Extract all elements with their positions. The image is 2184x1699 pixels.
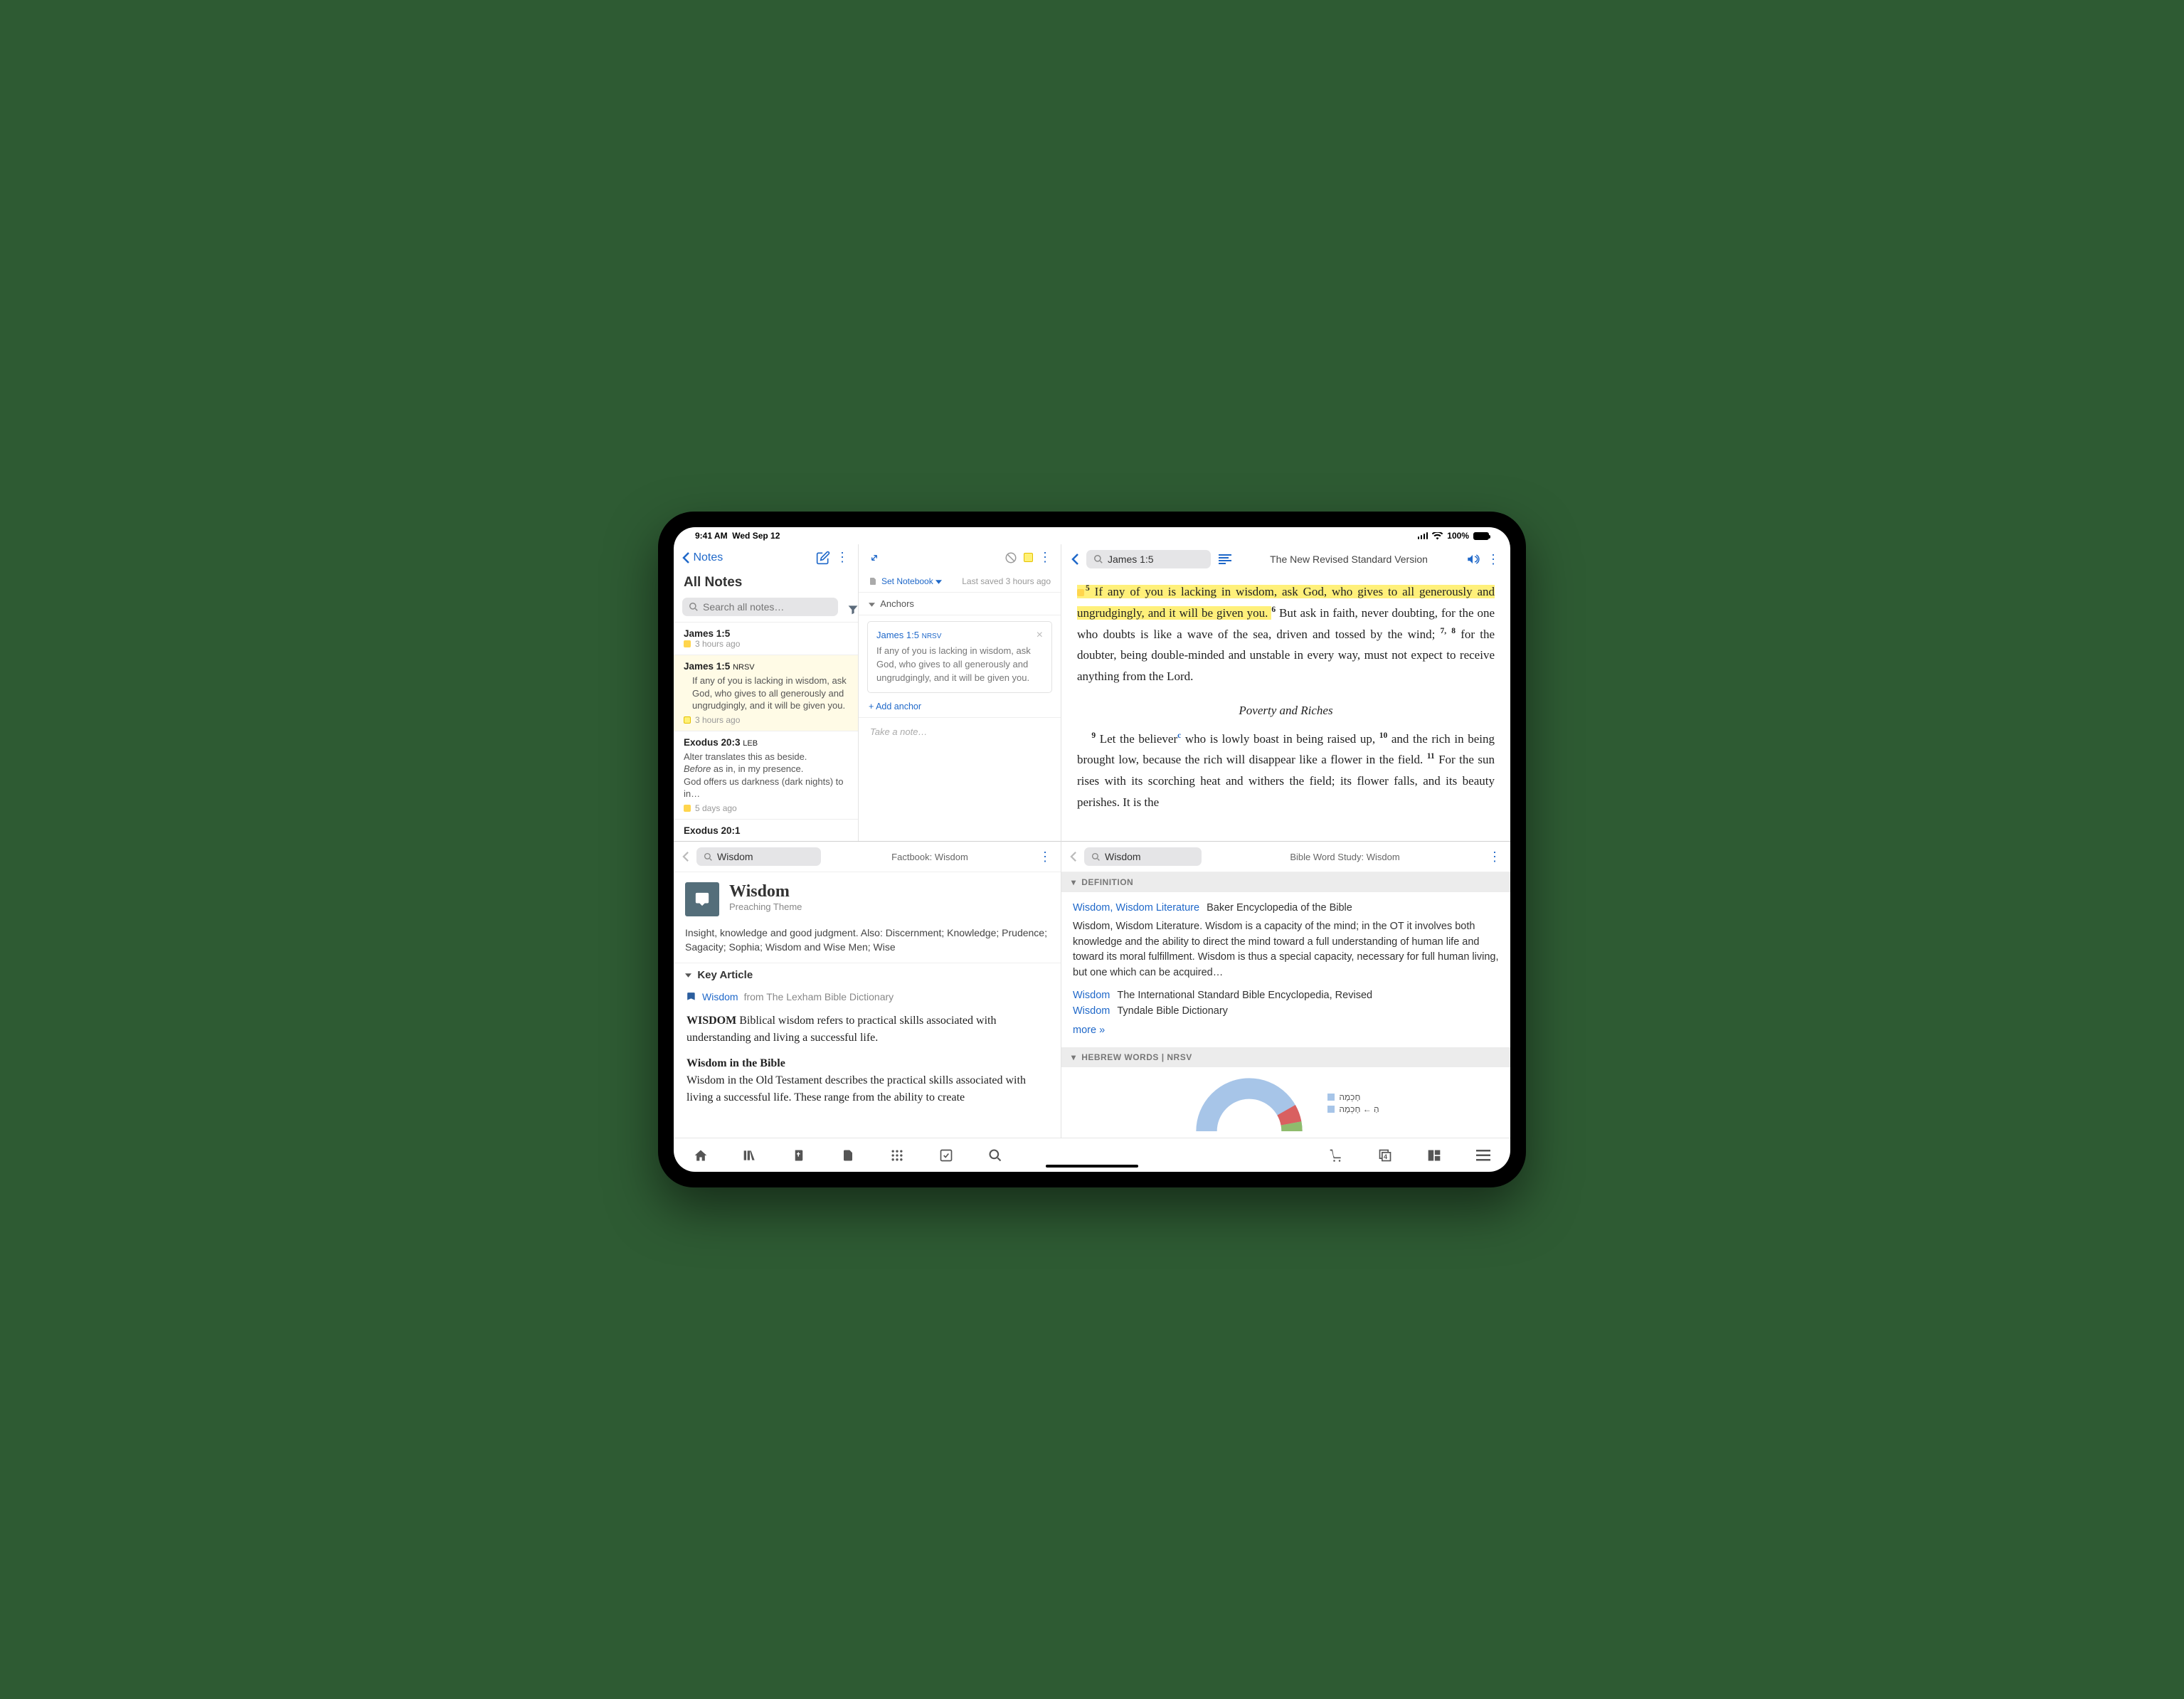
more-icon[interactable]: ⋮ xyxy=(1488,850,1502,864)
wifi-icon xyxy=(1432,532,1443,540)
more-icon[interactable]: ⋮ xyxy=(836,550,849,565)
highlight-icon xyxy=(684,716,691,724)
editor-pane: ⋮ Set Notebook Last saved 3 hours ago An… xyxy=(859,544,1061,841)
menu-icon[interactable] xyxy=(1475,1147,1492,1164)
add-anchor-link[interactable]: + Add anchor xyxy=(859,699,1061,714)
definition-link[interactable]: Wisdom xyxy=(1073,1005,1110,1017)
factbook-pane: Wisdom Factbook: Wisdom ⋮ Wisdom Preachi… xyxy=(674,841,1061,1138)
battery-icon xyxy=(1473,532,1489,540)
definition-body: Wisdom, Wisdom Literature. Wisdom is a c… xyxy=(1073,919,1499,981)
grid-icon[interactable] xyxy=(889,1147,906,1164)
status-bar: 9:41 AM Wed Sep 12 100% xyxy=(674,527,1510,544)
notes-pane: Notes ⋮ All Notes James 1:5 3 hours ago … xyxy=(674,544,859,841)
anchor-reference[interactable]: James 1:5 NRSV xyxy=(876,630,941,640)
note-item[interactable]: James 1:5 NRSV If any of you is lacking … xyxy=(674,655,858,731)
audio-icon[interactable] xyxy=(1465,552,1480,566)
more-icon[interactable]: ⋮ xyxy=(1487,552,1500,567)
factbook-description: Insight, knowledge and good judgment. Al… xyxy=(674,926,1061,963)
status-battery-pct: 100% xyxy=(1447,531,1469,541)
factbook-title-bar: Factbook: Wisdom xyxy=(828,852,1032,862)
factbook-subtitle: Preaching Theme xyxy=(729,901,802,912)
key-article-link[interactable]: Wisdom xyxy=(702,991,738,1002)
note-item[interactable]: James 1:5 3 hours ago xyxy=(674,622,858,655)
search-notes-input[interactable] xyxy=(703,601,832,613)
chart-legend: חָכְמָה הַ ← חָכְמָה xyxy=(1327,1090,1379,1116)
book-icon xyxy=(687,991,696,1002)
note-body-input[interactable]: Take a note… xyxy=(859,718,1061,746)
expand-icon[interactable] xyxy=(867,551,881,565)
anchors-section[interactable]: Anchors xyxy=(859,593,1061,615)
hebrew-words-section[interactable]: ▾ HEBREW WORDS | NRSV xyxy=(1061,1047,1510,1067)
semicircle-chart xyxy=(1192,1074,1306,1131)
back-icon[interactable] xyxy=(1071,553,1079,566)
library-icon[interactable] xyxy=(741,1147,758,1164)
close-anchor-icon[interactable]: × xyxy=(1037,629,1043,642)
cart-icon[interactable] xyxy=(1327,1147,1345,1164)
filter-icon[interactable] xyxy=(847,604,859,615)
bible-text[interactable]: 5 If any of you is lacking in wisdom, as… xyxy=(1061,574,1510,841)
note-color-icon xyxy=(684,640,691,647)
note-color-icon xyxy=(684,805,691,812)
factbook-title: Wisdom xyxy=(729,882,802,901)
status-time: 9:41 AM xyxy=(695,531,728,541)
note-item[interactable]: Exodus 20:3 LEB Alter translates this as… xyxy=(674,731,858,819)
cell-signal-icon xyxy=(1418,532,1428,539)
note-list[interactable]: James 1:5 3 hours ago James 1:5 NRSV If … xyxy=(674,622,858,841)
anchor-text: If any of you is lacking in wisdom, ask … xyxy=(876,645,1043,685)
back-icon[interactable] xyxy=(1070,851,1077,862)
theme-icon xyxy=(685,882,719,916)
anchor-card: × James 1:5 NRSV If any of you is lackin… xyxy=(867,621,1052,693)
definition-link[interactable]: Wisdom xyxy=(1073,990,1110,1001)
factbook-search[interactable]: Wisdom xyxy=(696,847,821,866)
bws-title-bar: Bible Word Study: Wisdom xyxy=(1209,852,1481,862)
last-saved: Last saved 3 hours ago xyxy=(962,576,1051,586)
note-item[interactable]: Exodus 20:1 xyxy=(674,819,858,841)
bws-pane: Wisdom Bible Word Study: Wisdom ⋮ ▾ DEFI… xyxy=(1061,841,1510,1138)
home-indicator xyxy=(1046,1165,1138,1168)
bible-version[interactable]: The New Revised Standard Version xyxy=(1270,554,1428,565)
search-icon[interactable] xyxy=(987,1147,1004,1164)
notes-title: All Notes xyxy=(674,571,858,598)
key-article-section[interactable]: Key Article xyxy=(674,963,1061,987)
set-notebook-link[interactable]: Set Notebook xyxy=(881,576,942,586)
section-heading: Poverty and Riches xyxy=(1077,700,1495,721)
status-date: Wed Sep 12 xyxy=(732,531,780,541)
search-notes[interactable] xyxy=(682,598,838,616)
highlight-color-icon[interactable] xyxy=(1024,553,1033,562)
checklist-icon[interactable] xyxy=(938,1147,955,1164)
more-icon[interactable]: ⋮ xyxy=(1039,850,1052,864)
panels-icon[interactable] xyxy=(1426,1147,1443,1164)
documents-icon[interactable] xyxy=(839,1147,857,1164)
home-icon[interactable] xyxy=(692,1147,709,1164)
back-button[interactable]: Notes xyxy=(682,551,723,564)
more-link[interactable]: more » xyxy=(1073,1023,1499,1039)
back-icon[interactable] xyxy=(682,851,689,862)
no-entry-icon[interactable] xyxy=(1004,551,1018,565)
bible-icon[interactable] xyxy=(790,1147,807,1164)
reference-search[interactable]: James 1:5 xyxy=(1086,550,1211,568)
layouts-icon[interactable]: 4 xyxy=(1377,1147,1394,1164)
definition-link[interactable]: Wisdom, Wisdom Literature xyxy=(1073,902,1199,914)
definition-section[interactable]: ▾ DEFINITION xyxy=(1061,872,1510,892)
compose-icon[interactable] xyxy=(816,551,830,565)
more-icon[interactable]: ⋮ xyxy=(1039,550,1052,565)
bws-search[interactable]: Wisdom xyxy=(1084,847,1202,866)
toc-icon[interactable] xyxy=(1218,552,1232,566)
bible-pane: James 1:5 The New Revised Standard Versi… xyxy=(1061,544,1510,841)
